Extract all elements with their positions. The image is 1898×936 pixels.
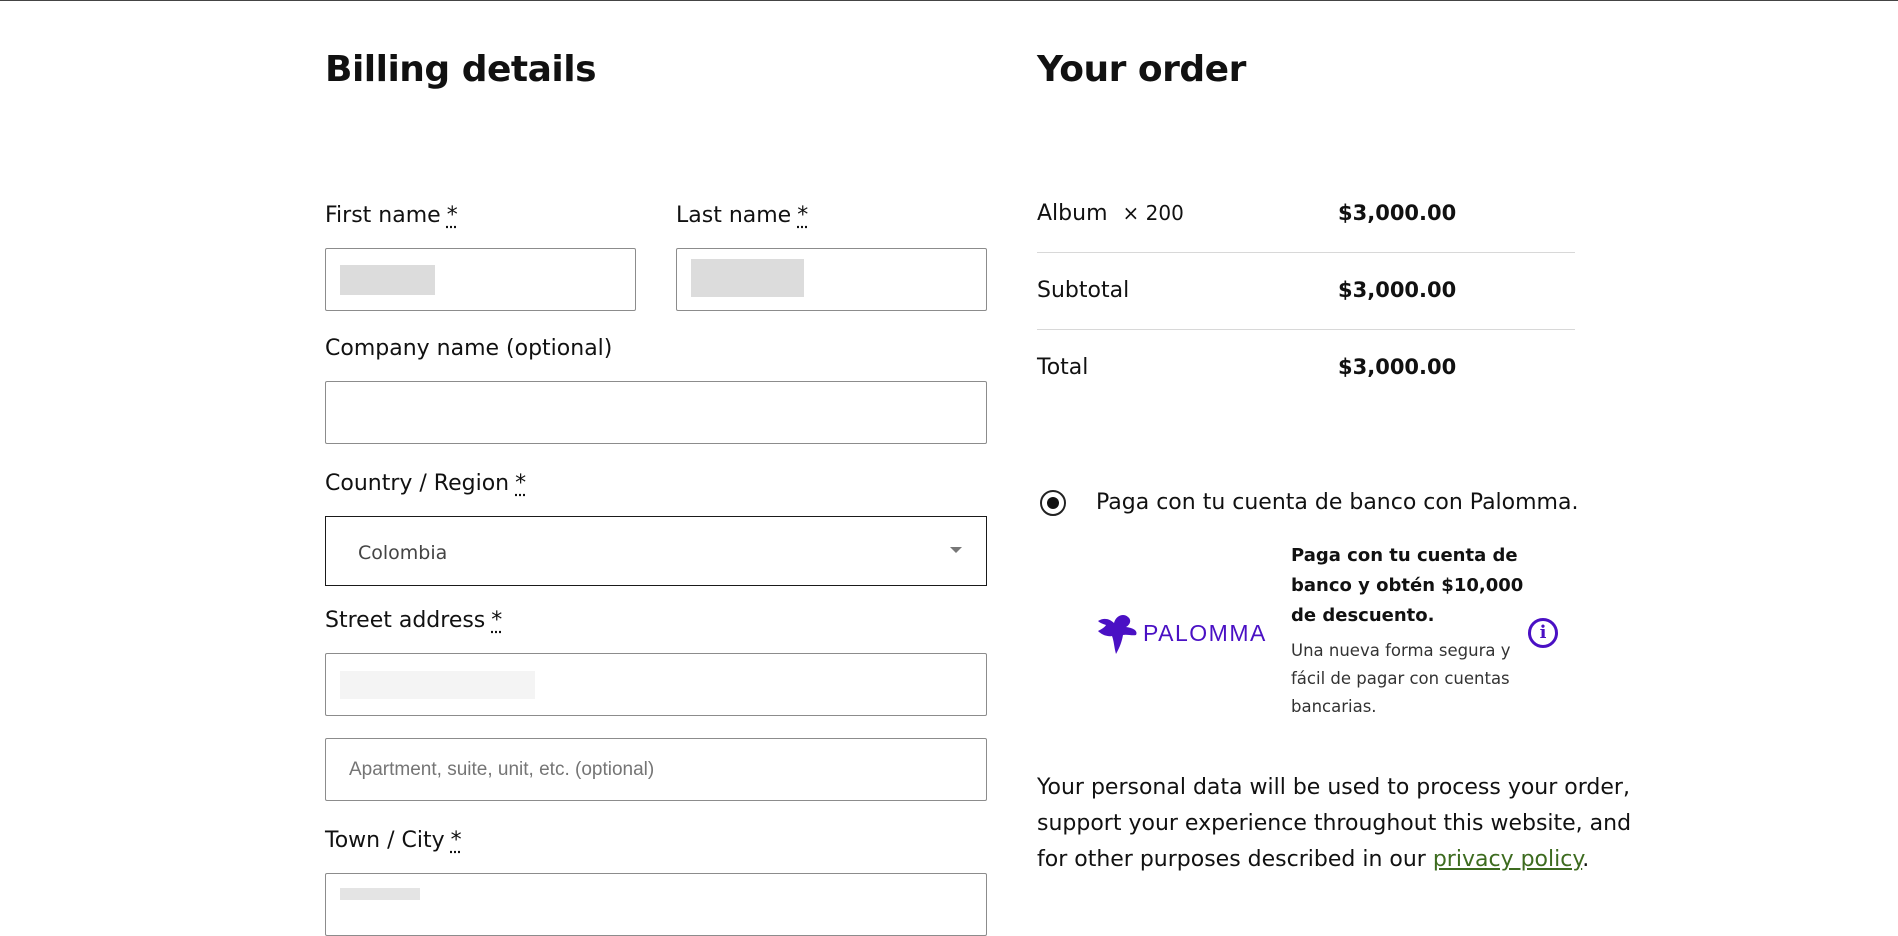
- privacy-line-2: support your experience throughout this …: [1037, 811, 1632, 836]
- palomma-radio-selected-icon[interactable]: [1040, 490, 1066, 516]
- order-divider: [1037, 329, 1575, 330]
- payment-option-label[interactable]: Paga con tu cuenta de banco con Palomma.: [1096, 490, 1578, 515]
- country-selected-value: Colombia: [358, 542, 448, 564]
- order-item-qty: × 200: [1122, 201, 1184, 225]
- promo-desc-line-2: fácil de pagar con cuentas: [1291, 669, 1510, 688]
- street-label: Street address *: [325, 608, 503, 633]
- apartment-input[interactable]: Apartment, suite, unit, etc. (optional): [325, 738, 987, 801]
- company-label: Company name (optional): [325, 336, 613, 361]
- promo-line-2: banco y obtén $10,000: [1291, 575, 1524, 596]
- order-title: Your order: [1037, 49, 1246, 90]
- subtotal-label: Subtotal: [1037, 278, 1130, 303]
- redacted-value: [340, 671, 535, 699]
- required-mark: *: [515, 471, 527, 496]
- required-mark: *: [450, 828, 462, 853]
- first-name-input[interactable]: [325, 248, 636, 311]
- required-mark: *: [797, 203, 809, 228]
- country-label: Country / Region *: [325, 471, 527, 496]
- promo-desc-line-3: bancarias.: [1291, 697, 1377, 716]
- palomma-logo: PALOMMA: [1096, 611, 1267, 655]
- order-item-price: $3,000.00: [1338, 201, 1457, 225]
- required-mark: *: [491, 608, 503, 633]
- privacy-line-3: for other purposes described in our priv…: [1037, 847, 1590, 872]
- promo-line-3: de descuento.: [1291, 605, 1435, 626]
- palomma-brand-text: PALOMMA: [1143, 619, 1267, 646]
- order-divider: [1037, 252, 1575, 253]
- privacy-notice: Your personal data will be used to proce…: [1037, 770, 1631, 878]
- redacted-value: [340, 888, 420, 900]
- privacy-line-1: Your personal data will be used to proce…: [1037, 775, 1630, 800]
- redacted-value: [340, 265, 435, 295]
- required-mark: *: [446, 203, 458, 228]
- subtotal-value: $3,000.00: [1338, 278, 1457, 302]
- info-icon[interactable]: i: [1528, 618, 1558, 648]
- first-name-label: First name *: [325, 203, 458, 228]
- total-label: Total: [1037, 355, 1089, 380]
- total-value: $3,000.00: [1338, 355, 1457, 379]
- chevron-down-icon: [950, 547, 962, 553]
- promo-line-1: Paga con tu cuenta de: [1291, 545, 1518, 566]
- last-name-label: Last name *: [676, 203, 809, 228]
- order-item-name: Album × 200: [1037, 201, 1184, 226]
- billing-title: Billing details: [325, 49, 597, 90]
- street-address-input[interactable]: [325, 653, 987, 716]
- apartment-placeholder: Apartment, suite, unit, etc. (optional): [349, 759, 655, 780]
- town-input[interactable]: [325, 873, 987, 936]
- promo-desc-line-1: Una nueva forma segura y: [1291, 641, 1511, 660]
- redacted-value: [691, 259, 804, 297]
- company-input[interactable]: [325, 381, 987, 444]
- promo-block: Paga con tu cuenta de banco y obtén $10,…: [1291, 541, 1523, 721]
- country-select[interactable]: Colombia: [325, 516, 987, 586]
- privacy-policy-link[interactable]: privacy policy: [1433, 847, 1582, 872]
- palomma-logo-icon: [1098, 615, 1137, 654]
- town-label: Town / City *: [325, 828, 462, 853]
- last-name-input[interactable]: [676, 248, 987, 311]
